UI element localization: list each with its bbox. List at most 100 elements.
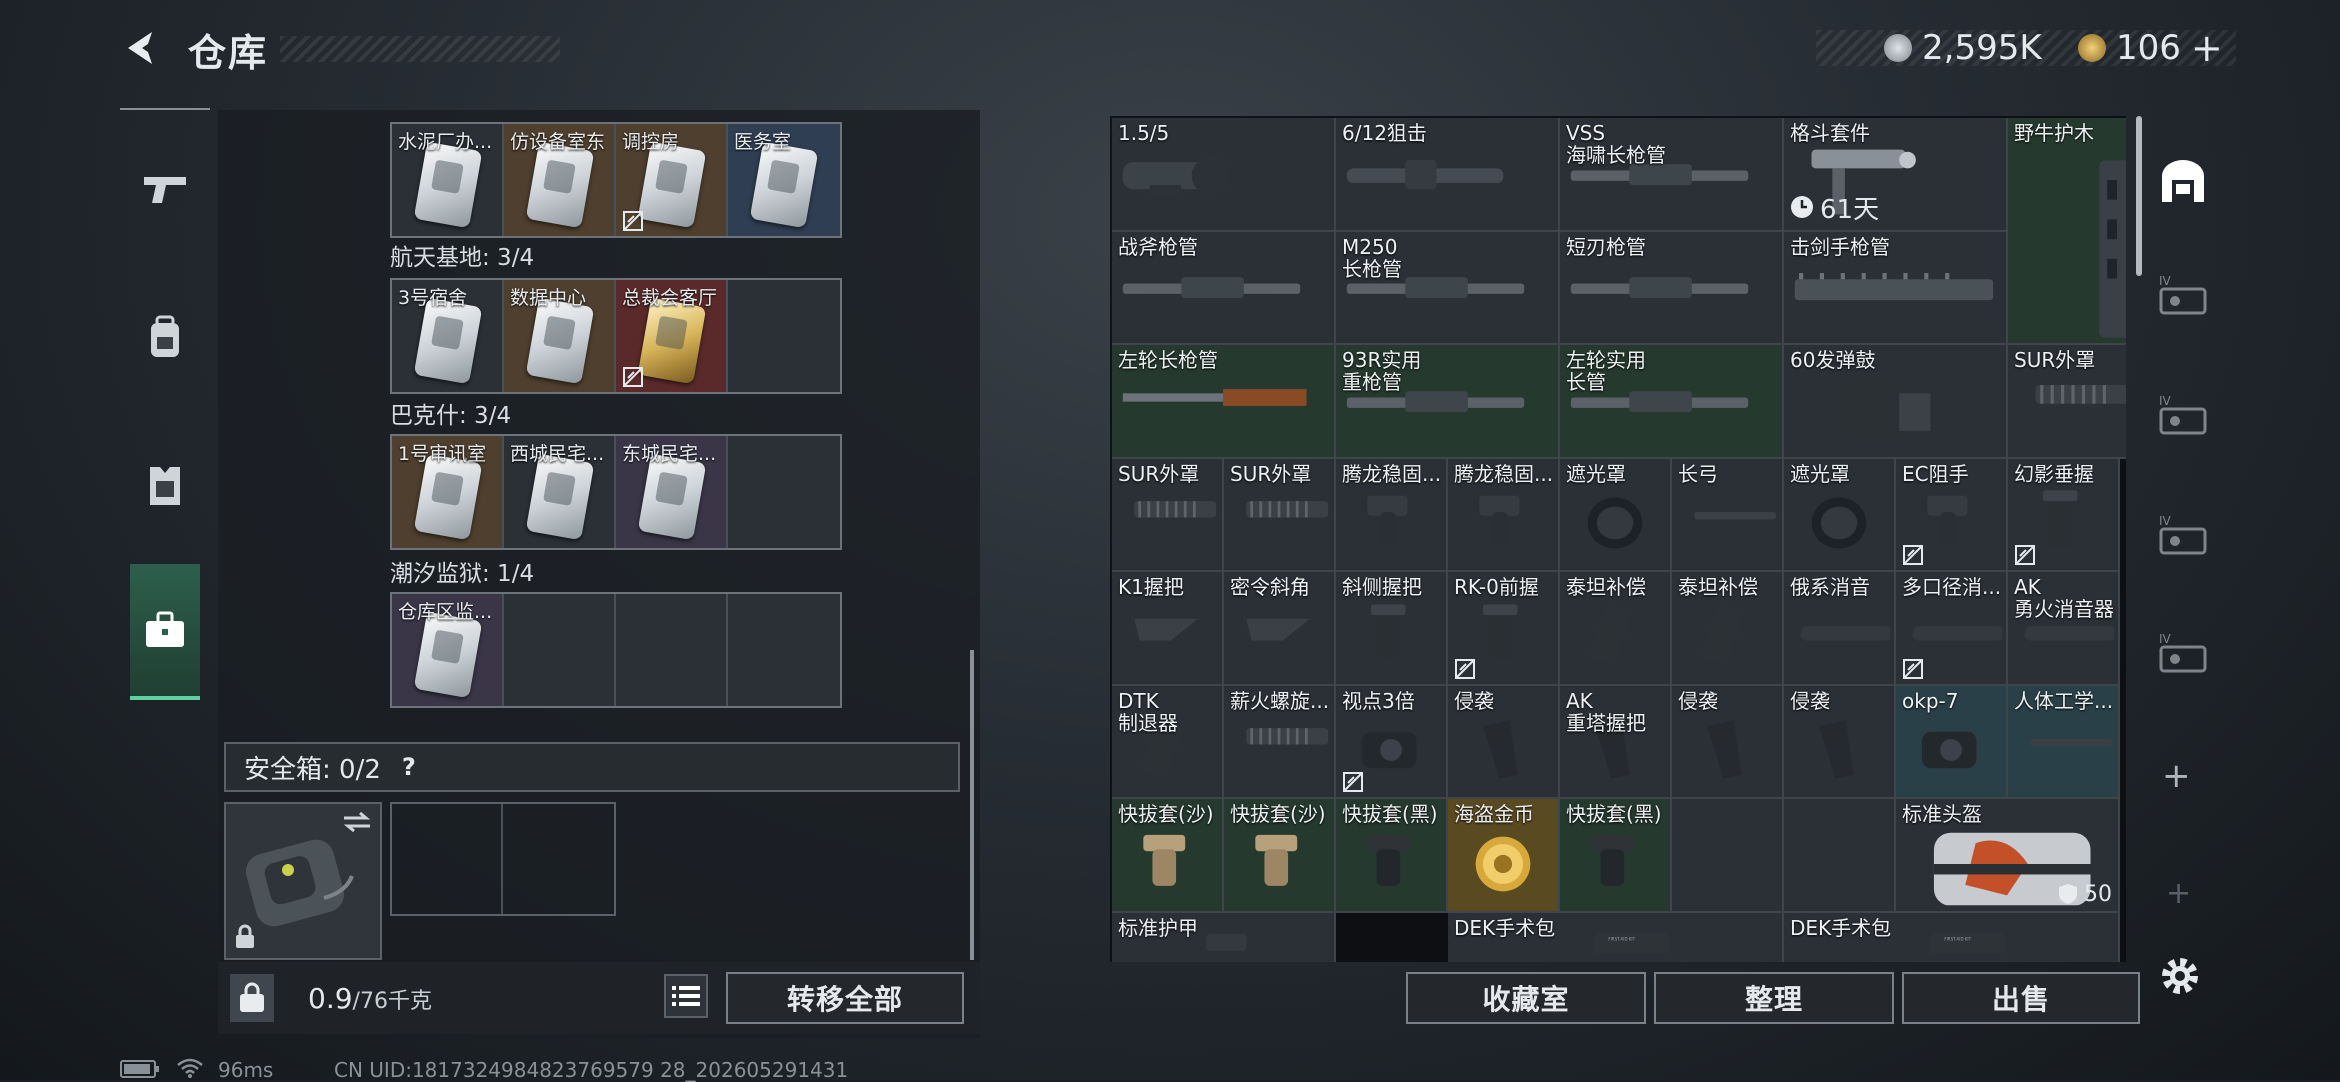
inventory-item[interactable]: 左轮长枪管 [1112, 345, 1336, 459]
inventory-item[interactable]: 左轮实用 长管 [1560, 345, 1784, 459]
sort-button[interactable]: 整理 [1654, 972, 1894, 1024]
keycard-slot[interactable]: 3号宿舍 [392, 280, 504, 392]
item-name: 野牛护木 [2014, 121, 2094, 145]
inventory-item[interactable]: 海盗金币 [1448, 799, 1560, 913]
page-iv-4[interactable]: IV [2148, 618, 2218, 688]
weapon-tab[interactable] [120, 142, 210, 238]
inventory-item[interactable]: 遮光罩 [1560, 458, 1672, 572]
inventory-item[interactable]: 腾龙稳固... [1336, 458, 1448, 572]
inventory-item[interactable]: 腾龙稳固... [1448, 458, 1560, 572]
inventory-item[interactable]: 侵袭 [1784, 685, 1896, 799]
inventory-item[interactable]: 快拔套(沙) [1112, 799, 1224, 913]
page-main[interactable] [2148, 146, 2218, 216]
safe-slot[interactable] [503, 804, 614, 914]
inventory-item[interactable]: SUR外罩 [2008, 345, 2126, 459]
empty-grid-cell[interactable] [1784, 799, 1896, 913]
inventory-item[interactable]: RK-0前握 [1448, 572, 1560, 686]
inventory-item[interactable]: 快拔套(沙) [1224, 799, 1336, 913]
help-icon[interactable]: ? [395, 753, 423, 781]
inventory-item[interactable]: 密令斜角 [1224, 572, 1336, 686]
inventory-item[interactable]: DTK 制退器 [1112, 685, 1224, 799]
inventory-item[interactable]: 泰坦补偿 [1560, 572, 1672, 686]
inventory-item[interactable]: 薪火螺旋... [1224, 685, 1336, 799]
inventory-item[interactable]: 快拔套(黑) [1560, 799, 1672, 913]
inventory-item[interactable]: 长弓 [1672, 458, 1784, 572]
backpack-tab[interactable] [120, 290, 210, 386]
inventory-item[interactable]: 6/12狙击 [1336, 118, 1560, 232]
inventory-item[interactable]: 短刃枪管 [1560, 231, 1784, 345]
inventory-item[interactable]: AK 重塔握把 [1560, 685, 1672, 799]
keycard-slot[interactable]: 水泥厂办... [392, 124, 504, 236]
keycard-slot[interactable]: 仿设备室东 [504, 124, 616, 236]
storage-tab[interactable] [130, 564, 200, 700]
inventory-item[interactable]: SUR外罩 [1112, 458, 1224, 572]
inventory-item[interactable]: 斜侧握把 [1336, 572, 1448, 686]
inventory-item[interactable]: VSS 海啸长枪管 [1560, 118, 1784, 232]
keycard-slot[interactable]: 调控房 [616, 124, 728, 236]
swap-icon[interactable] [342, 812, 372, 832]
keycard-slot[interactable]: 1号审讯室 [392, 436, 504, 548]
item-name: M250 长枪管 [1342, 234, 1402, 281]
inventory-item[interactable]: EC阻手 [1896, 458, 2008, 572]
empty-slot[interactable] [504, 594, 616, 706]
add-currency-icon[interactable]: + [2191, 26, 2223, 70]
inventory-item[interactable]: FIRST-AID KIT DEK手术包 [1448, 912, 1784, 962]
inventory-item[interactable]: 遮光罩 [1784, 458, 1896, 572]
empty-slot[interactable] [728, 594, 840, 706]
inventory-item[interactable]: 标准护甲 [1112, 912, 1336, 962]
safe-box[interactable] [224, 802, 382, 960]
add-page-icon[interactable]: + [2162, 756, 2191, 796]
page-iv-2[interactable]: IV [2148, 380, 2218, 450]
inventory-item[interactable]: 快拔套(黑) [1336, 799, 1448, 913]
magb-item-icon [1367, 834, 1410, 886]
armor-tab[interactable] [120, 436, 210, 532]
inventory-item[interactable]: K1握把 [1112, 572, 1224, 686]
inventory-item[interactable]: AK 勇火消音器 [2008, 572, 2120, 686]
inventory-item[interactable]: 多口径消... [1896, 572, 2008, 686]
keycard-slot[interactable]: 东城民宅... [616, 436, 728, 548]
safe-slot[interactable] [392, 804, 504, 914]
inventory-item[interactable]: 击剑手枪管 [1784, 231, 2008, 345]
inventory-item[interactable]: 泰坦补偿 [1672, 572, 1784, 686]
currency-gold[interactable]: 106 + [2078, 26, 2223, 70]
inventory-item[interactable]: 60发弹鼓 [1784, 345, 2008, 459]
keycard-slot[interactable]: 仓库区监... [392, 594, 504, 706]
left-scrollbar[interactable] [970, 650, 974, 960]
collection-button[interactable]: 收藏室 [1406, 972, 1646, 1024]
sell-button[interactable]: 出售 [1902, 972, 2140, 1024]
inventory-item[interactable]: 幻影垂握 [2008, 458, 2120, 572]
pgrip-item-icon [1819, 720, 1854, 779]
inventory-item[interactable]: M250 长枪管 [1336, 231, 1560, 345]
back-button[interactable] [118, 24, 166, 72]
list-view-button[interactable] [664, 974, 708, 1018]
inventory-item[interactable]: 侵袭 [1448, 685, 1560, 799]
inventory-item[interactable]: 野牛护木 [2008, 118, 2126, 345]
inventory-item[interactable]: 战斧枪管 [1112, 231, 1336, 345]
keycard-slot[interactable]: 总裁会客厅 [616, 280, 728, 392]
keycard-slot[interactable]: 数据中心 [504, 280, 616, 392]
keycard-slot[interactable]: 西城民宅... [504, 436, 616, 548]
empty-slot[interactable] [728, 280, 840, 392]
page-iv-3[interactable]: IV [2148, 500, 2218, 570]
empty-slot[interactable] [616, 594, 728, 706]
ping-readout: 96ms [218, 1058, 274, 1082]
inventory-item[interactable]: 93R实用 重枪管 [1336, 345, 1560, 459]
page-iv-1[interactable]: IV [2148, 260, 2218, 330]
inventory-item[interactable]: 视点3倍 [1336, 685, 1448, 799]
transfer-all-button[interactable]: 转移全部 [726, 972, 964, 1024]
inventory-item[interactable]: SUR外罩 [1224, 458, 1336, 572]
inventory-item[interactable]: 俄系消音 [1784, 572, 1896, 686]
settings-gear-icon[interactable] [2158, 954, 2202, 998]
inventory-item[interactable]: 人体工学... [2008, 685, 2120, 799]
item-name: 视点3倍 [1342, 688, 1415, 713]
empty-slot[interactable] [728, 436, 840, 548]
inventory-item[interactable]: FIRST-AID KIT DEK手术包 [1784, 912, 2120, 962]
grid-scrollbar[interactable] [2136, 116, 2142, 276]
inventory-item[interactable]: 侵袭 [1672, 685, 1784, 799]
inventory-item[interactable]: 1.5/5 [1112, 118, 1336, 232]
keycard-slot[interactable]: 医务室 [728, 124, 840, 236]
inventory-item[interactable]: okp-7 [1896, 685, 2008, 799]
inventory-item[interactable]: 标准头盔 50 [1896, 799, 2120, 913]
empty-grid-cell[interactable] [1672, 799, 1784, 913]
inventory-item[interactable]: 格斗套件 61天 [1784, 118, 2008, 232]
